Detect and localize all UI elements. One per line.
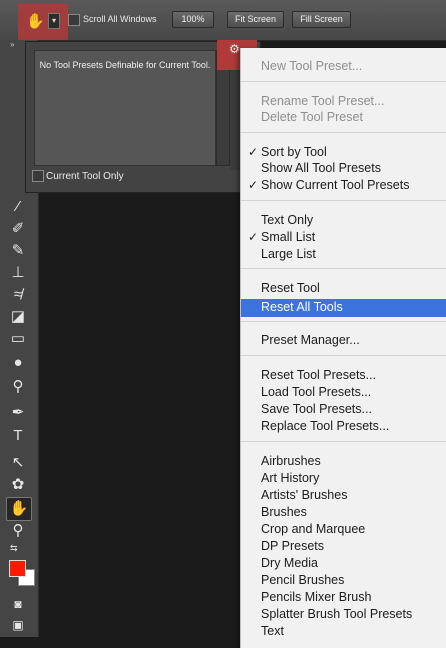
menu-item-preset-manager[interactable]: Preset Manager... bbox=[261, 333, 360, 347]
menu-item-library[interactable]: Art History bbox=[261, 471, 319, 485]
menu-item-library[interactable]: Artists' Brushes bbox=[261, 488, 347, 502]
menu-item-load-tool-presets[interactable]: Load Tool Presets... bbox=[261, 385, 371, 399]
menu-item-rename-tool-preset: Rename Tool Preset... bbox=[261, 94, 385, 108]
tool-preset-picker-button[interactable]: ▾ bbox=[48, 13, 60, 29]
menu-separator bbox=[241, 132, 446, 133]
menu-item-library[interactable]: Pencil Brushes bbox=[261, 573, 344, 587]
menu-separator bbox=[241, 81, 446, 82]
zoom-100-button[interactable]: 100% bbox=[172, 11, 214, 28]
menu-item-reset-tool-presets[interactable]: Reset Tool Presets... bbox=[261, 368, 376, 382]
menu-item-delete-tool-preset: Delete Tool Preset bbox=[261, 110, 363, 124]
options-bar: ✋ ▾ Scroll All Windows 100% Fit Screen F… bbox=[0, 0, 446, 41]
checkmark-icon: ✓ bbox=[248, 178, 259, 192]
brush-icon[interactable]: ⁄ bbox=[6, 196, 30, 218]
panel-flyout-menu: New Tool Preset... Rename Tool Preset...… bbox=[240, 48, 446, 648]
current-tool-only-checkbox[interactable] bbox=[32, 170, 44, 182]
menu-item-reset-tool[interactable]: Reset Tool bbox=[261, 281, 320, 295]
path-selection-icon[interactable]: ↖ bbox=[6, 452, 30, 474]
type-icon[interactable]: T bbox=[6, 425, 30, 447]
checkmark-icon: ✓ bbox=[248, 230, 259, 244]
pen-icon[interactable]: ✒ bbox=[6, 402, 30, 424]
menu-item-library[interactable]: Splatter Brush Tool Presets bbox=[261, 607, 412, 621]
current-tool-only-label: Current Tool Only bbox=[46, 171, 124, 182]
menu-item-sort-by-tool[interactable]: Sort by Tool bbox=[261, 145, 327, 159]
menu-item-library[interactable]: Crop and Marquee bbox=[261, 522, 365, 536]
scroll-all-windows-label: Scroll All Windows bbox=[83, 14, 157, 24]
menu-item-new-tool-preset: New Tool Preset... bbox=[261, 59, 363, 73]
menu-item-small-list[interactable]: Small List bbox=[261, 230, 315, 244]
fit-screen-button[interactable]: Fit Screen bbox=[227, 11, 284, 28]
menu-separator bbox=[241, 321, 446, 322]
menu-item-save-tool-presets[interactable]: Save Tool Presets... bbox=[261, 402, 372, 416]
hand-tool-icon[interactable]: ✋ bbox=[6, 497, 32, 521]
menu-item-library[interactable]: Pencils Mixer Brush bbox=[261, 590, 371, 604]
scroll-all-windows-checkbox[interactable] bbox=[68, 14, 80, 26]
foreground-color-swatch[interactable] bbox=[9, 560, 26, 577]
menu-item-large-list[interactable]: Large List bbox=[261, 247, 316, 261]
dodge-icon[interactable]: ⚲ bbox=[6, 376, 30, 398]
history-brush-icon[interactable]: ≉ bbox=[6, 284, 30, 306]
pencil-icon[interactable]: ✎ bbox=[6, 240, 30, 262]
menu-item-show-all-tool-presets[interactable]: Show All Tool Presets bbox=[261, 161, 381, 175]
menu-item-library[interactable]: DP Presets bbox=[261, 539, 324, 553]
collapse-icon[interactable]: » bbox=[10, 40, 14, 49]
menu-item-show-current-tool-presets[interactable]: Show Current Tool Presets bbox=[261, 178, 409, 192]
presets-list: No Tool Presets Definable for Current To… bbox=[34, 50, 216, 166]
gradient-icon[interactable]: ▭ bbox=[6, 328, 30, 350]
panel-side-strip bbox=[230, 70, 240, 170]
menu-item-reset-all-tools[interactable]: Reset All Tools bbox=[261, 300, 343, 314]
quick-mask-icon[interactable]: ◙ bbox=[6, 593, 30, 615]
shape-icon[interactable]: ✿ bbox=[6, 474, 30, 496]
swap-colors-icon[interactable]: ⇆ bbox=[10, 543, 18, 554]
menu-item-text-only[interactable]: Text Only bbox=[261, 213, 313, 227]
menu-item-library[interactable]: Brushes bbox=[261, 505, 307, 519]
checkmark-icon: ✓ bbox=[248, 145, 259, 159]
blur-icon[interactable]: ● bbox=[6, 352, 30, 374]
menu-separator bbox=[241, 355, 446, 356]
menu-item-replace-tool-presets[interactable]: Replace Tool Presets... bbox=[261, 419, 389, 433]
empty-message: No Tool Presets Definable for Current To… bbox=[39, 60, 211, 70]
menu-separator bbox=[241, 200, 446, 201]
menu-item-library[interactable]: Text bbox=[261, 624, 284, 638]
menu-separator bbox=[241, 268, 446, 269]
clone-stamp-icon[interactable]: ⊥ bbox=[6, 262, 30, 284]
healing-brush-icon[interactable]: ✐ bbox=[6, 218, 30, 240]
gear-icon[interactable]: ⚙ bbox=[229, 42, 240, 56]
menu-item-library[interactable]: Airbrushes bbox=[261, 454, 321, 468]
eraser-icon[interactable]: ◪ bbox=[6, 306, 30, 328]
fill-screen-button[interactable]: Fill Screen bbox=[292, 11, 351, 28]
menu-separator bbox=[241, 441, 446, 442]
zoom-icon[interactable]: ⚲ bbox=[6, 520, 30, 542]
screen-mode-icon[interactable]: ▣ bbox=[6, 614, 30, 636]
hand-icon[interactable]: ✋ bbox=[26, 12, 45, 30]
menu-item-library[interactable]: Dry Media bbox=[261, 556, 318, 570]
